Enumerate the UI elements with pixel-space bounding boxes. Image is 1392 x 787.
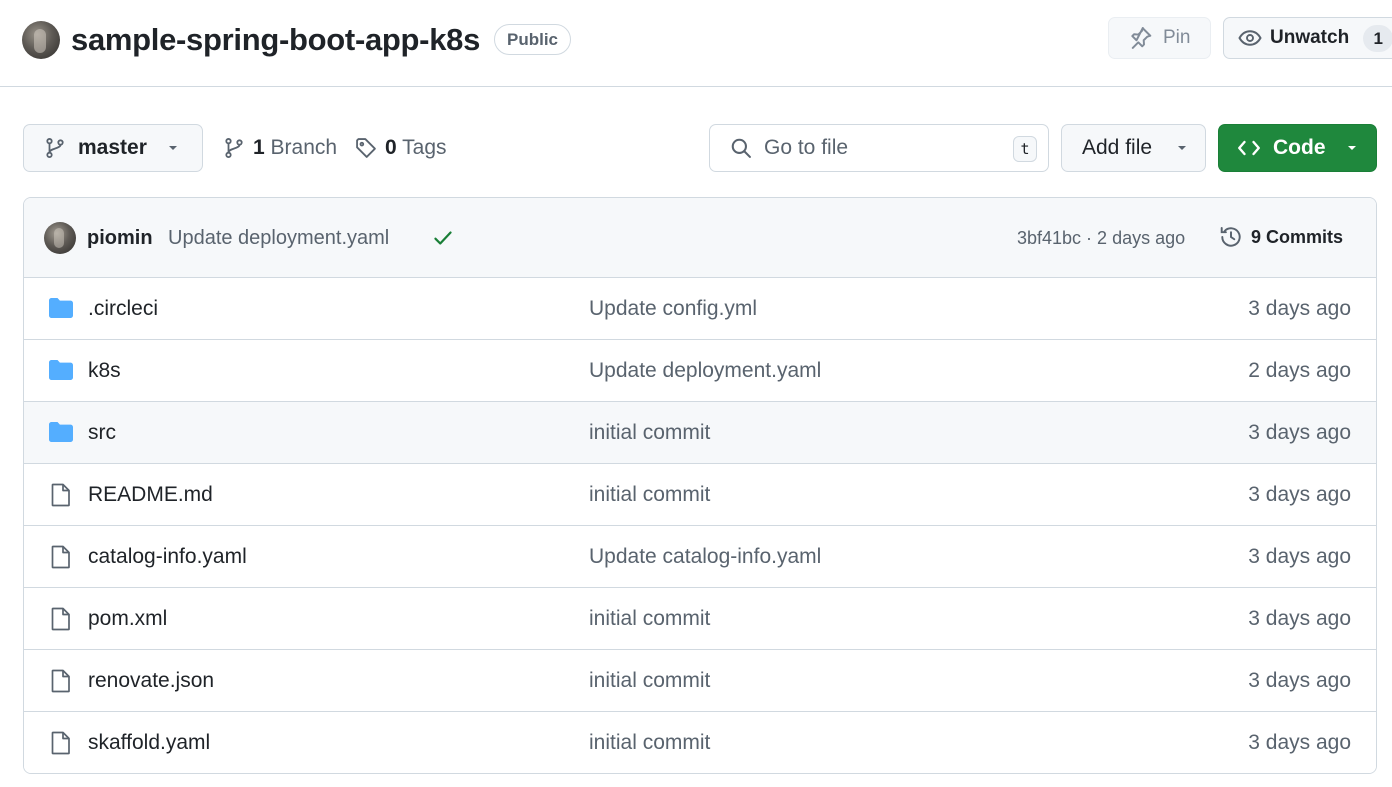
file-row[interactable]: README.md initial commit 3 days ago [24, 464, 1376, 526]
file-commit-message-link[interactable]: Update config.yml [589, 296, 757, 322]
file-commit-date: 3 days ago [1248, 731, 1351, 754]
commit-hash-and-time[interactable]: 3bf41bc · 2 days ago [1017, 227, 1185, 249]
chevron-down-icon [1176, 144, 1188, 152]
file-commit-date: 3 days ago [1248, 421, 1351, 444]
git-branch-icon [44, 137, 66, 159]
check-icon[interactable] [432, 227, 454, 249]
search-placeholder: Go to file [764, 136, 849, 159]
branch-label: Branch [270, 136, 338, 159]
go-to-file-input[interactable]: Go to file t [709, 124, 1049, 172]
file-name-link[interactable]: README.md [88, 482, 213, 508]
tag-icon [355, 137, 377, 159]
commits-history-link[interactable]: 9 Commits [1219, 225, 1343, 249]
branches-link[interactable]: 1 Branch [223, 134, 337, 162]
file-icon [48, 545, 74, 569]
history-icon [1219, 225, 1243, 249]
file-icon [48, 483, 74, 507]
file-commit-date: 3 days ago [1248, 297, 1351, 320]
file-commit-date: 3 days ago [1248, 483, 1351, 506]
file-commit-message-link[interactable]: Update deployment.yaml [589, 358, 821, 384]
repo-name[interactable]: sample-spring-boot-app-k8s [71, 20, 480, 60]
visibility-badge: Public [494, 24, 572, 55]
chevron-down-icon [167, 144, 179, 152]
file-commit-message-link[interactable]: Update catalog-info.yaml [589, 544, 821, 570]
code-button[interactable]: Code [1218, 124, 1377, 172]
file-browser: piomin Update deployment.yaml 3bf41bc · … [23, 197, 1377, 774]
file-commit-message-link[interactable]: initial commit [589, 420, 710, 446]
file-row[interactable]: renovate.json initial commit 3 days ago [24, 650, 1376, 712]
author-avatar[interactable] [44, 222, 76, 254]
file-icon [48, 669, 74, 693]
file-name-link[interactable]: catalog-info.yaml [88, 544, 247, 570]
file-commit-date: 2 days ago [1248, 359, 1351, 382]
file-commit-message-link[interactable]: initial commit [589, 730, 710, 756]
file-row[interactable]: k8s Update deployment.yaml 2 days ago [24, 340, 1376, 402]
commit-count: 9 [1251, 226, 1262, 247]
code-icon [1237, 136, 1261, 160]
pin-icon [1129, 26, 1153, 50]
file-commit-date: 3 days ago [1248, 607, 1351, 630]
add-file-label: Add file [1082, 136, 1153, 159]
file-name-link[interactable]: k8s [88, 358, 121, 384]
branch-count: 1 [253, 136, 265, 159]
file-row[interactable]: pom.xml initial commit 3 days ago [24, 588, 1376, 650]
search-icon [730, 137, 752, 159]
commit-author[interactable]: piomin [87, 226, 153, 250]
file-name-link[interactable]: src [88, 420, 116, 446]
file-commit-message-link[interactable]: initial commit [589, 482, 710, 508]
keyboard-shortcut-hint: t [1013, 136, 1037, 162]
add-file-button[interactable]: Add file [1061, 124, 1206, 172]
file-name-link[interactable]: skaffold.yaml [88, 730, 210, 756]
chevron-down-icon [1346, 144, 1358, 152]
eye-icon [1238, 26, 1262, 50]
file-name-link[interactable]: renovate.json [88, 668, 214, 694]
tag-count: 0 [385, 136, 397, 159]
folder-icon [48, 359, 74, 381]
watch-count: 1 [1363, 24, 1392, 52]
file-row[interactable]: .circleci Update config.yml 3 days ago [24, 278, 1376, 340]
commit-message[interactable]: Update deployment.yaml [168, 226, 389, 250]
file-name-link[interactable]: .circleci [88, 296, 158, 322]
tags-link[interactable]: 0 Tags [355, 134, 447, 162]
folder-icon [48, 421, 74, 443]
file-row[interactable]: skaffold.yaml initial commit 3 days ago [24, 712, 1376, 773]
git-branch-icon [223, 137, 245, 159]
unwatch-label: Unwatch [1270, 27, 1350, 48]
latest-commit-bar: piomin Update deployment.yaml 3bf41bc · … [24, 198, 1376, 278]
file-commit-date: 3 days ago [1248, 545, 1351, 568]
pin-label: Pin [1163, 27, 1191, 48]
tag-label: Tags [402, 136, 447, 159]
file-row[interactable]: src initial commit 3 days ago [24, 402, 1376, 464]
file-name-link[interactable]: pom.xml [88, 606, 167, 632]
commits-label: Commits [1266, 226, 1344, 247]
file-icon [48, 607, 74, 631]
file-list: .circleci Update config.yml 3 days ago k8s U… [24, 278, 1376, 773]
file-commit-date: 3 days ago [1248, 669, 1351, 692]
folder-icon [48, 297, 74, 319]
file-row[interactable]: catalog-info.yaml Update catalog-info.yam… [24, 526, 1376, 588]
branch-selector[interactable]: master [23, 124, 203, 172]
file-commit-message-link[interactable]: initial commit [589, 606, 710, 632]
branch-name: master [78, 136, 147, 159]
pin-button[interactable]: Pin [1108, 17, 1211, 59]
file-icon [48, 731, 74, 755]
unwatch-button[interactable]: Unwatch 1 [1223, 17, 1392, 59]
code-label: Code [1273, 136, 1326, 159]
file-commit-message-link[interactable]: initial commit [589, 668, 710, 694]
repo-header: sample-spring-boot-app-k8s Public Pin Un… [0, 0, 1392, 87]
owner-avatar[interactable] [22, 21, 60, 59]
